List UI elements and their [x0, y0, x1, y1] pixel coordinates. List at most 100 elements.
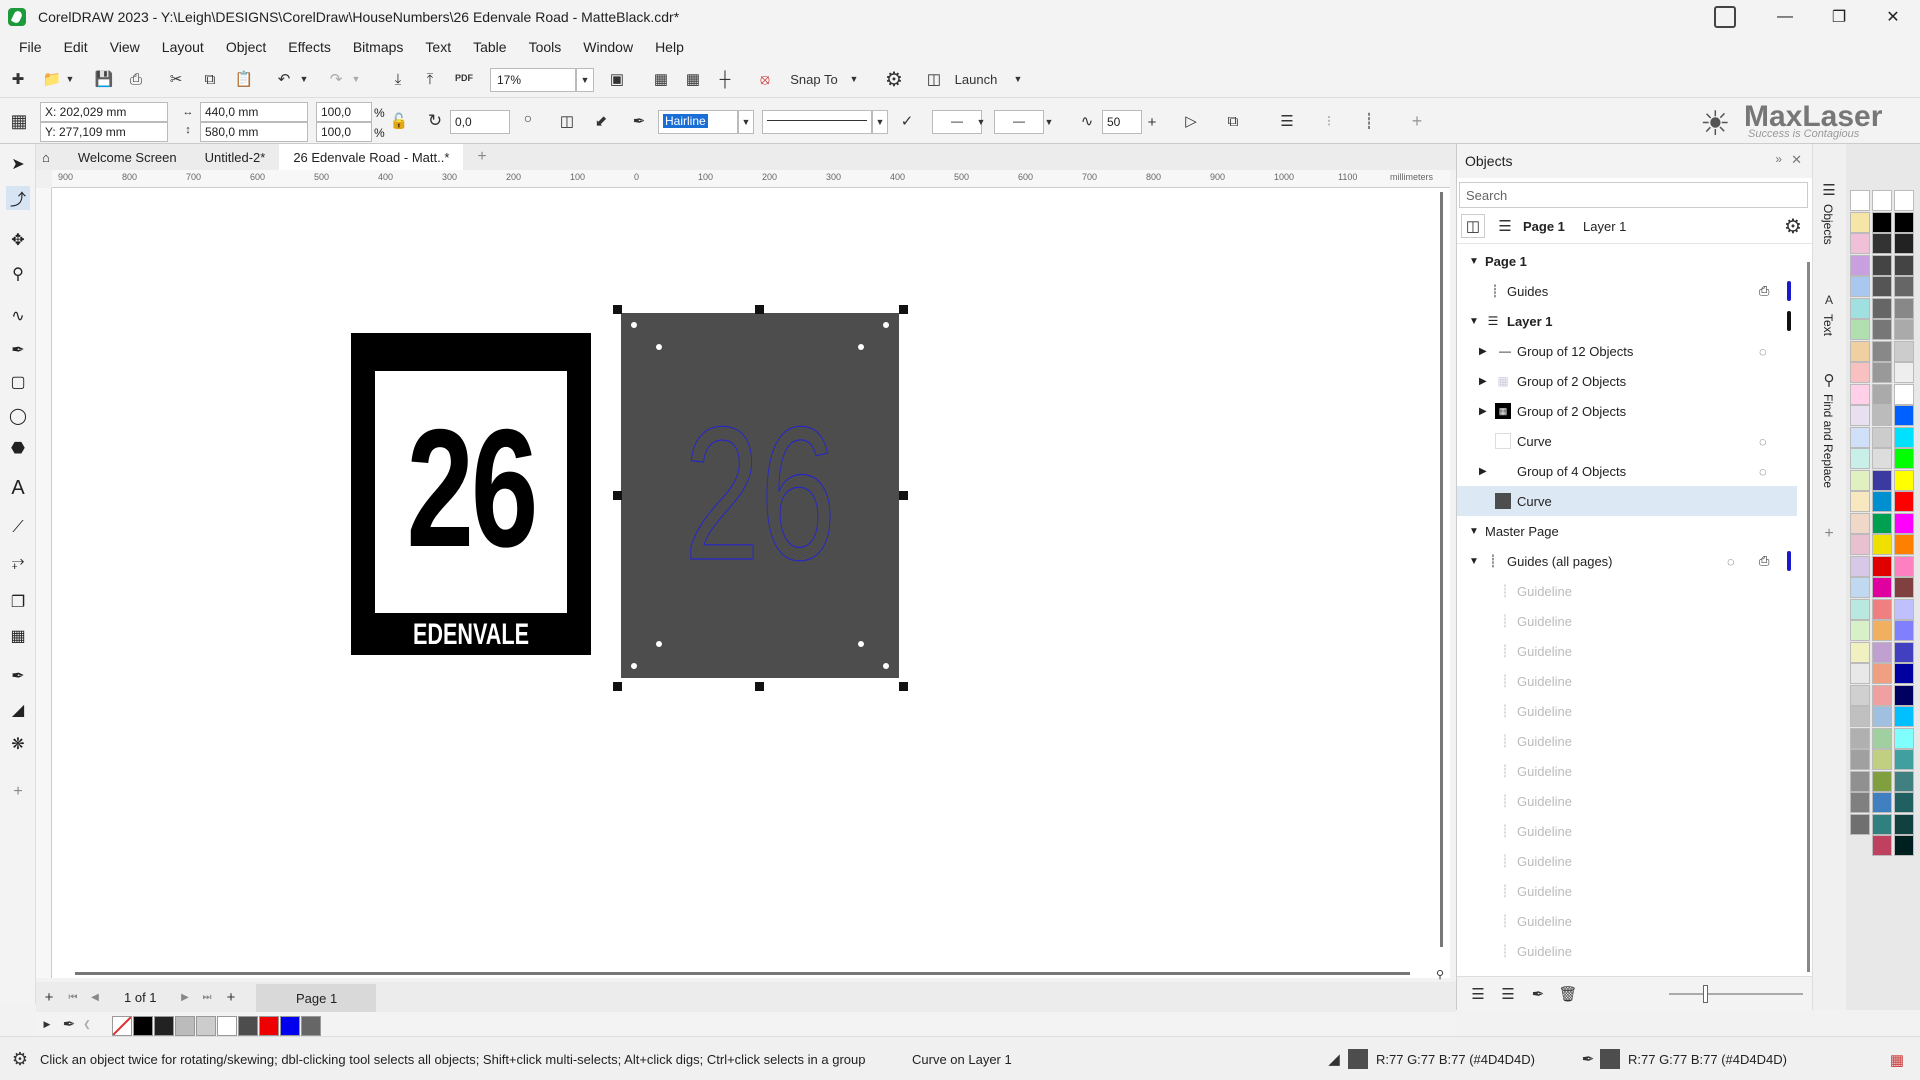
palette-swatch[interactable]	[1850, 749, 1870, 770]
outline-width-dropdown-icon[interactable]: ▼	[738, 110, 754, 134]
palette-swatch[interactable]	[1850, 792, 1870, 813]
palette-swatch[interactable]	[1872, 405, 1892, 426]
smoothing-plus-icon[interactable]: +	[1142, 110, 1162, 134]
connector-tool-icon[interactable]: ⥅	[6, 550, 30, 574]
add-tool-icon[interactable]: +	[6, 780, 30, 804]
swatch-black[interactable]	[133, 1016, 153, 1036]
collapse-docker-icon[interactable]: »	[1775, 152, 1782, 166]
vertical-scrollbar[interactable]	[1440, 192, 1443, 947]
palette-swatch[interactable]	[1894, 534, 1914, 555]
show-grid-icon[interactable]: ▦	[680, 68, 706, 90]
redo-dropdown-icon[interactable]: ▼	[350, 68, 362, 90]
width-field[interactable]: 440,0 mm	[200, 102, 308, 122]
options-gear-icon[interactable]: ⚙	[880, 66, 908, 92]
page-1-tab[interactable]: Page 1	[256, 984, 376, 1012]
tree-row-guideline[interactable]: ┊ Guideline	[1457, 906, 1797, 936]
palette-swatch[interactable]	[1872, 254, 1892, 276]
reduce-nodes-icon[interactable]: ⁝	[1316, 108, 1342, 134]
home-icon[interactable]: ⌂	[36, 144, 64, 170]
smoothing-field[interactable]: 50	[1102, 110, 1142, 134]
zoom-dropdown-icon[interactable]: ▼	[576, 68, 594, 92]
selection-handle[interactable]	[613, 305, 622, 314]
palette-swatch[interactable]	[1872, 749, 1892, 770]
menu-edit[interactable]: Edit	[53, 39, 99, 55]
swatch-white[interactable]	[217, 1016, 237, 1036]
swatch-blue[interactable]	[280, 1016, 300, 1036]
selection-handle[interactable]	[613, 491, 622, 500]
palette-swatch[interactable]	[1850, 297, 1870, 319]
palette-swatch[interactable]	[1872, 792, 1892, 813]
line-style-dropdown-icon[interactable]: ▼	[872, 110, 888, 134]
export-pdf-icon[interactable]: PDF	[450, 66, 478, 90]
palette-swatch[interactable]	[1872, 491, 1892, 512]
tree-row-layer-1[interactable]: ▼ ☰ Layer 1	[1457, 306, 1797, 336]
thumbnail-size-slider[interactable]	[1669, 985, 1803, 1003]
snap-off-icon[interactable]: ⦻	[752, 68, 778, 90]
palette-swatch[interactable]	[1872, 770, 1892, 792]
menu-tools[interactable]: Tools	[518, 39, 573, 55]
palette-swatch[interactable]	[1850, 813, 1870, 835]
navigator-zoom-icon[interactable]: ⚲	[1432, 966, 1448, 982]
palette-swatch[interactable]	[1850, 491, 1870, 512]
rotation-angle-field[interactable]: 0,0	[450, 110, 510, 134]
swatch-none[interactable]	[112, 1016, 132, 1036]
selection-handle[interactable]	[899, 491, 908, 500]
vertical-ruler[interactable]	[36, 188, 52, 978]
print-toggle-icon[interactable]: ⎙	[1759, 553, 1769, 569]
tab-welcome-screen[interactable]: Welcome Screen	[64, 144, 191, 170]
add-page-after-icon[interactable]: +	[222, 988, 240, 1006]
new-document-icon[interactable]: ✚	[6, 68, 30, 90]
palette-scroll-left-icon[interactable]: ❮	[80, 1016, 94, 1032]
objects-search-field[interactable]: Search	[1459, 182, 1808, 208]
palette-swatch[interactable]	[1850, 254, 1870, 276]
tree-row-guideline[interactable]: ┊ Guideline	[1457, 756, 1797, 786]
expand-arrow-icon[interactable]: ▶	[1479, 406, 1487, 417]
palette-swatch[interactable]	[1850, 663, 1870, 684]
palette-swatch[interactable]	[1850, 469, 1870, 491]
copy-icon[interactable]: ⧉	[198, 68, 222, 90]
palette-swatch[interactable]	[1872, 362, 1892, 383]
tree-row-curve-selected[interactable]: Curve	[1457, 486, 1797, 516]
swatch-red[interactable]	[259, 1016, 279, 1036]
palette-swatch[interactable]	[1894, 448, 1914, 469]
palette-swatch[interactable]	[1894, 297, 1914, 319]
palette-eyedropper-icon[interactable]: ✒	[60, 1014, 78, 1034]
curve-node[interactable]	[858, 641, 864, 647]
palette-swatch[interactable]	[1850, 362, 1870, 383]
palette-swatch[interactable]	[1850, 620, 1870, 641]
transparency-tool-icon[interactable]: ▦	[6, 624, 30, 648]
palette-swatch[interactable]	[1894, 362, 1914, 383]
undo-icon[interactable]: ↶	[272, 68, 296, 90]
palette-swatch[interactable]	[1894, 727, 1914, 749]
tree-row-guideline[interactable]: ┊ Guideline	[1457, 666, 1797, 696]
palette-swatch[interactable]	[1850, 319, 1870, 340]
drawing-canvas[interactable]: 26 EDENVALE ROAD 26	[52, 188, 1450, 978]
parallel-dimension-icon[interactable]: ⟋	[6, 516, 30, 540]
palette-swatch[interactable]	[1850, 641, 1870, 663]
swatch-mid-grey[interactable]	[301, 1016, 321, 1036]
palette-swatch[interactable]	[1872, 340, 1892, 362]
palette-swatch[interactable]	[1894, 706, 1914, 727]
mirror-vertical-icon[interactable]: ⬋	[588, 108, 614, 134]
menu-file[interactable]: File	[8, 39, 53, 55]
docker-options-gear-icon[interactable]: ⚙	[1781, 214, 1805, 238]
curve-node[interactable]	[883, 663, 889, 669]
palette-swatch[interactable]	[1850, 534, 1870, 555]
palette-swatch[interactable]	[1872, 383, 1892, 405]
previous-page-icon[interactable]: ◀	[86, 988, 104, 1006]
docker-tab-find-replace[interactable]: Find and Replace	[1821, 394, 1835, 488]
new-tab-icon[interactable]: +	[463, 144, 500, 170]
crop-tool-icon[interactable]: ✥	[6, 228, 30, 252]
eyedropper-tool-icon[interactable]: ✒	[6, 664, 30, 688]
tree-row-group-12[interactable]: ▶ ― Group of 12 Objects ◌	[1457, 336, 1797, 366]
snap-to-button[interactable]: Snap To	[786, 68, 842, 90]
tree-row-guideline[interactable]: ┊ Guideline	[1457, 936, 1797, 966]
palette-swatch[interactable]	[1894, 770, 1914, 792]
tree-row-guides-all-pages[interactable]: ▼ ┊ Guides (all pages) ◌ ⎙	[1457, 546, 1797, 576]
ruler-origin[interactable]	[36, 170, 52, 188]
palette-swatch[interactable]	[1872, 555, 1892, 577]
save-icon[interactable]: 💾	[92, 68, 116, 90]
palette-swatch[interactable]	[1872, 577, 1892, 598]
menu-object[interactable]: Object	[215, 39, 277, 55]
tab-26-edenvale-road[interactable]: 26 Edenvale Road - Matt..*	[279, 144, 464, 170]
